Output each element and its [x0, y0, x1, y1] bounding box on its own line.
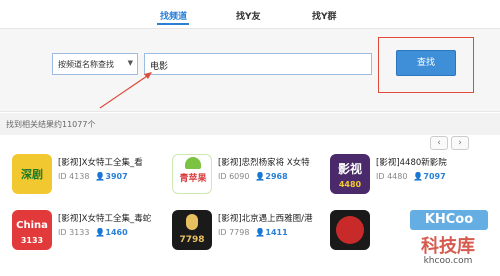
disc-icon: [336, 216, 364, 244]
channel-title: [影视]X女特工全集_看: [58, 158, 143, 168]
channel-item[interactable]: 7798 [影视]北京遇上西雅图/港 ID 7798 👤1411: [172, 210, 332, 256]
channel-id: ID 7798: [218, 228, 250, 237]
thumbnail-text: 青苹果: [179, 174, 207, 184]
channel-thumbnail: China 3133: [12, 210, 52, 250]
channel-item[interactable]: 影视 4480 [影视]4480新影院 ID 4480 👤7097: [330, 154, 490, 200]
channel-user-count: 👤2968: [255, 172, 288, 181]
channel-title: [影视]4480新影院: [376, 158, 447, 168]
channel-item[interactable]: 青苹果 [影视]忠烈杨家将 X女特 ID 6090 👤2968: [172, 154, 332, 200]
channel-thumbnail: [330, 210, 370, 250]
result-count: 找到相关结果约11077个: [6, 120, 96, 129]
channel-id: ID 3133: [58, 228, 90, 237]
figure-icon: [186, 214, 198, 230]
watermark-brand: KHCoo: [410, 210, 488, 230]
channel-thumbnail: 深剧: [12, 154, 52, 194]
channel-id: ID 4480: [376, 172, 408, 181]
channel-thumbnail: 青苹果: [172, 154, 212, 194]
channel-title: [影视]X女特工全集_毒蛇: [58, 214, 152, 224]
thumbnail-text: 深剧: [21, 168, 43, 181]
apple-icon: [185, 157, 201, 169]
thumbnail-text: 7798: [179, 235, 205, 245]
watermark-name: 科技库: [421, 236, 475, 257]
watermark: KHCoo 科技库 khcoo.com: [402, 210, 494, 274]
channel-id: ID 6090: [218, 172, 250, 181]
channel-id: ID 4138: [58, 172, 90, 181]
channel-user-count: 👤1460: [95, 228, 128, 237]
result-summary-bar: 找到相关结果约11077个: [0, 113, 500, 135]
channel-user-count: 👤7097: [413, 172, 446, 181]
channel-item[interactable]: China 3133 [影视]X女特工全集_毒蛇 ID 3133 👤1460: [12, 210, 172, 256]
channel-meta: ID 4138 👤3907: [58, 172, 128, 181]
watermark-url: khcoo.com: [423, 256, 473, 266]
channel-meta: ID 7798 👤1411: [218, 228, 288, 237]
channel-item[interactable]: 深剧 [影视]X女特工全集_看 ID 4138 👤3907: [12, 154, 172, 200]
channel-user-count: 👤1411: [255, 228, 288, 237]
prev-page-button[interactable]: ‹: [430, 136, 448, 150]
channel-user-count: 👤3907: [95, 172, 128, 181]
next-page-button[interactable]: ›: [451, 136, 469, 150]
thumbnail-text: 影视: [337, 162, 362, 176]
channel-meta: ID 3133 👤1460: [58, 228, 128, 237]
channel-meta: ID 6090 👤2968: [218, 172, 288, 181]
thumbnail-text: China: [16, 220, 48, 231]
channel-thumbnail: 7798: [172, 210, 212, 250]
channel-title: [影视]北京遇上西雅图/港: [218, 214, 313, 224]
thumbnail-subtext: 4480: [338, 180, 362, 189]
thumbnail-subtext: 3133: [20, 236, 44, 245]
channel-thumbnail: 影视 4480: [330, 154, 370, 194]
channel-title: [影视]忠烈杨家将 X女特: [218, 158, 310, 168]
channel-meta: ID 4480 👤7097: [376, 172, 446, 181]
